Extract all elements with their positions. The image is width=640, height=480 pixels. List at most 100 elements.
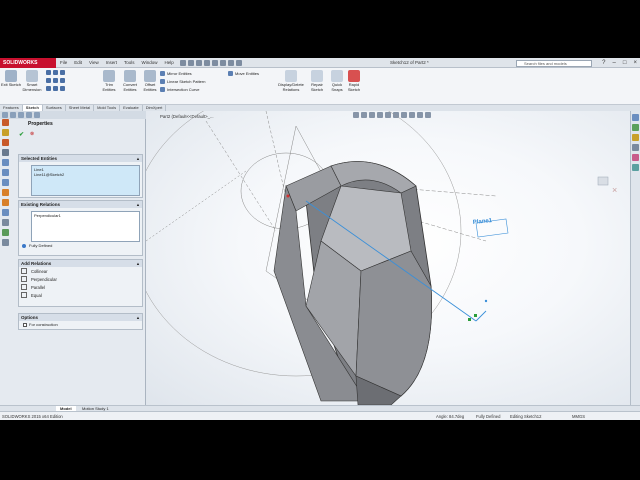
menu-insert[interactable]: Insert: [106, 58, 117, 68]
feature-tree-icon[interactable]: [2, 112, 8, 118]
select-icon[interactable]: [220, 60, 226, 66]
menu-file[interactable]: File: [60, 58, 67, 68]
annotation-icon[interactable]: [2, 139, 9, 146]
close-graphic-icon[interactable]: ×: [612, 185, 617, 195]
sketch-tools-row-3[interactable]: [46, 86, 67, 92]
panel-side-icons: [2, 119, 12, 246]
options-icon[interactable]: [236, 60, 242, 66]
existing-relations-header[interactable]: Existing Relations ▲: [19, 201, 142, 208]
ok-button[interactable]: ✔: [19, 131, 24, 138]
relation-collinear[interactable]: Collinear: [19, 267, 142, 275]
endpoint-handle[interactable]: [474, 314, 477, 317]
list-item[interactable]: Line11@Sketch2: [34, 172, 137, 177]
sketch-icon[interactable]: [2, 219, 9, 226]
origin-point[interactable]: [286, 194, 290, 198]
add-relations-header[interactable]: Add Relations ▲: [19, 260, 142, 267]
collapse-icon[interactable]: ▲: [136, 260, 140, 267]
status-units[interactable]: MMGS: [572, 412, 585, 420]
cancel-button[interactable]: ⊗: [30, 131, 34, 137]
menu-edit[interactable]: Edit: [74, 58, 82, 68]
sketch-icon-2[interactable]: [2, 239, 9, 246]
extrude-icon[interactable]: [2, 189, 9, 196]
sensor-icon[interactable]: [2, 129, 9, 136]
command-manager: Exit Sketch Smart Dimension Trim Entitie…: [0, 68, 640, 105]
appearances-icon[interactable]: [632, 154, 639, 161]
minimize-button[interactable]: –: [613, 58, 616, 68]
endpoint-handle[interactable]: [468, 318, 471, 321]
menu-view[interactable]: View: [89, 58, 99, 68]
top-plane-icon[interactable]: [2, 169, 9, 176]
move-entities-button[interactable]: Move Entities: [228, 71, 259, 77]
view-cube-widget[interactable]: ×: [597, 176, 617, 195]
exit-sketch-icon: [5, 70, 17, 82]
part-icon[interactable]: [2, 119, 9, 126]
add-relations-box: Add Relations ▲ Collinear Perpendicular …: [18, 259, 143, 307]
dimxpert-icon[interactable]: [26, 112, 32, 118]
resources-icon[interactable]: [632, 114, 639, 121]
print-icon[interactable]: [204, 60, 210, 66]
sketch-tools-row-2[interactable]: [46, 78, 67, 84]
offset-icon: [144, 70, 156, 82]
convert-entities-button[interactable]: Convert Entities: [119, 70, 141, 92]
plane-icon[interactable]: [2, 209, 9, 216]
collapse-icon[interactable]: ▲: [136, 201, 140, 208]
rapid-sketch-button[interactable]: Rapid Sketch: [343, 70, 365, 92]
design-library-icon[interactable]: [632, 124, 639, 131]
rebuild-icon[interactable]: [228, 60, 234, 66]
smart-dimension-button[interactable]: Smart Dimension: [21, 70, 43, 92]
plane-label-group[interactable]: Plane1: [473, 218, 509, 238]
selected-entities-list[interactable]: Line1 Line11@Sketch2: [31, 165, 140, 196]
property-manager-icon[interactable]: [10, 112, 16, 118]
close-button[interactable]: ×: [633, 58, 637, 68]
relation-parallel[interactable]: Parallel: [19, 283, 142, 291]
material-icon[interactable]: [2, 149, 9, 156]
display-delete-relations-button[interactable]: Display/Delete Relations: [276, 70, 306, 92]
linear-sketch-pattern-button[interactable]: Linear Sketch Pattern: [160, 79, 205, 85]
configuration-icon[interactable]: [18, 112, 24, 118]
relation-icon[interactable]: [2, 229, 9, 236]
graphics-area[interactable]: Part2 (Default<<Default>_... Plane1 ×: [146, 111, 630, 405]
collapse-icon[interactable]: ▲: [136, 155, 140, 162]
trim-entities-button[interactable]: Trim Entities: [98, 70, 120, 92]
existing-relations-list[interactable]: Perpendicular1: [31, 211, 140, 242]
search-input[interactable]: Search files and models: [516, 60, 592, 67]
front-plane-icon[interactable]: [2, 159, 9, 166]
list-item[interactable]: Perpendicular1: [34, 213, 137, 218]
exit-sketch-button[interactable]: Exit Sketch: [0, 70, 22, 88]
relation-perpendicular[interactable]: Perpendicular: [19, 275, 142, 283]
sketch-tools-row-1[interactable]: [46, 70, 67, 76]
menu-help[interactable]: Help: [165, 58, 174, 68]
relation-equal[interactable]: Equal: [19, 291, 142, 299]
status-edition: SOLIDWORKS 2015 x64 Edition: [2, 414, 63, 419]
menu-tools[interactable]: Tools: [124, 58, 135, 68]
for-construction-checkbox[interactable]: For construction: [19, 321, 142, 328]
help-button[interactable]: ?: [602, 58, 605, 68]
part-body[interactable]: [273, 161, 432, 406]
offset-entities-button[interactable]: Offset Entities: [139, 70, 161, 92]
maximize-button[interactable]: □: [623, 58, 627, 68]
text-icon: [60, 86, 65, 91]
plane-label[interactable]: Plane1: [473, 218, 494, 226]
custom-properties-icon[interactable]: [632, 164, 639, 171]
intersection-curve-button[interactable]: Intersection Curve: [160, 87, 199, 93]
view-palette-icon[interactable]: [632, 144, 639, 151]
repair-sketch-button[interactable]: Repair Sketch: [306, 70, 328, 92]
cut-icon[interactable]: [2, 199, 9, 206]
options-header[interactable]: Options ▲: [19, 314, 142, 321]
collinear-icon: [21, 268, 27, 274]
mirror-entities-button[interactable]: Mirror Entities: [160, 71, 192, 77]
rapid-sketch-icon: [348, 70, 360, 82]
new-icon[interactable]: [180, 60, 186, 66]
selected-entities-header[interactable]: Selected Entities ▲: [19, 155, 142, 162]
save-icon[interactable]: [196, 60, 202, 66]
file-explorer-icon[interactable]: [632, 134, 639, 141]
undo-icon[interactable]: [212, 60, 218, 66]
menu-window[interactable]: Window: [142, 58, 158, 68]
circle-icon: [53, 70, 58, 75]
right-plane-icon[interactable]: [2, 179, 9, 186]
model-view[interactable]: Plane1 ×: [146, 111, 630, 405]
parallel-icon: [21, 284, 27, 290]
collapse-icon[interactable]: ▲: [136, 314, 140, 321]
display-manager-icon[interactable]: [34, 112, 40, 118]
open-icon[interactable]: [188, 60, 194, 66]
